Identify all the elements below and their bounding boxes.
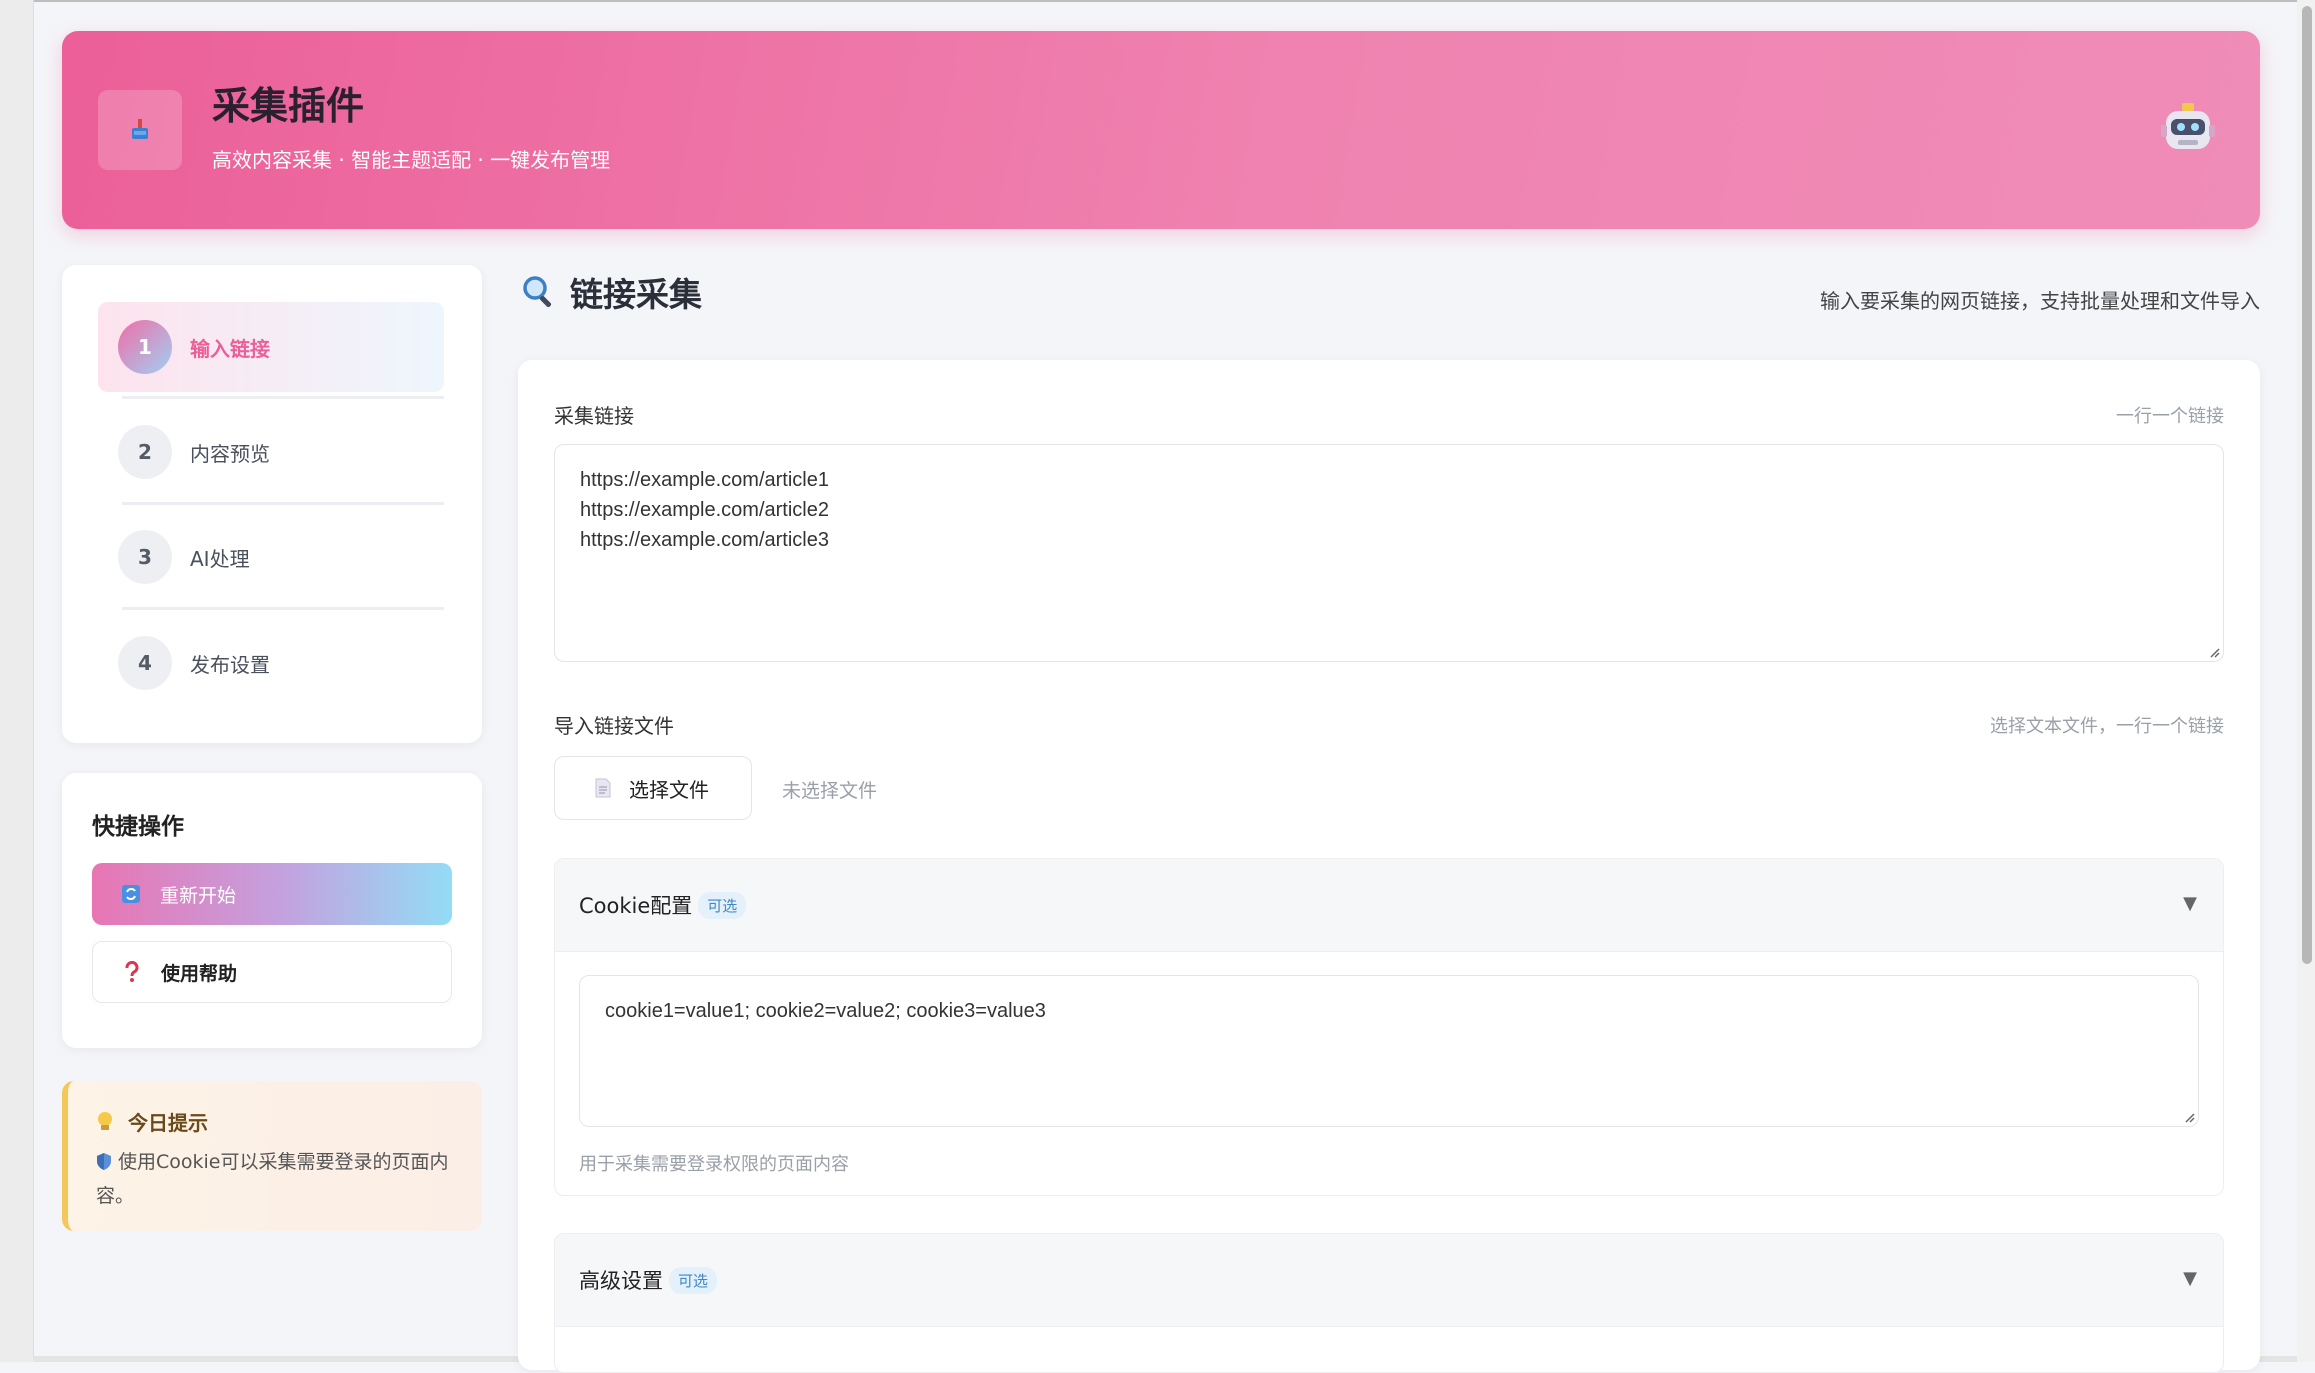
quick-actions-title: 快捷操作 — [92, 814, 184, 840]
step-number: 2 — [118, 425, 172, 479]
section-header: 链接采集 — [522, 268, 702, 316]
step-divider — [122, 607, 444, 610]
chevron-down-icon[interactable]: ▼ — [2183, 893, 2197, 914]
advanced-panel-header[interactable]: 高级设置 可选 ▼ — [555, 1234, 2223, 1327]
link-line: https://example.com/article3 — [580, 529, 829, 551]
refresh-icon — [120, 883, 142, 905]
step-input-links[interactable]: 1 输入链接 — [98, 302, 444, 392]
choose-file-button[interactable]: 选择文件 — [554, 756, 752, 820]
step-number: 1 — [118, 320, 172, 374]
resize-handle-icon[interactable] — [2183, 1111, 2195, 1123]
step-label: AI处理 — [190, 546, 250, 571]
link-line: https://example.com/article1 — [580, 469, 829, 491]
file-status: 未选择文件 — [782, 780, 878, 802]
links-field-label: 采集链接 — [554, 404, 634, 428]
optional-badge: 可选 — [698, 891, 747, 919]
help-button[interactable]: 使用帮助 — [92, 941, 452, 1003]
help-label: 使用帮助 — [161, 962, 238, 985]
quick-actions-card: 快捷操作 重新开始 使用帮助 — [62, 773, 482, 1048]
restart-button[interactable]: 重新开始 — [92, 863, 452, 925]
restart-label: 重新开始 — [160, 884, 237, 907]
window-left-edge — [0, 0, 34, 1362]
step-content-preview[interactable]: 2 内容预览 — [98, 407, 444, 497]
step-number: 3 — [118, 530, 172, 584]
lightbulb-icon — [96, 1111, 114, 1133]
step-label: 发布设置 — [190, 652, 270, 677]
question-icon — [121, 961, 143, 983]
step-divider — [122, 396, 444, 399]
app-title: 采集插件 — [212, 84, 365, 128]
optional-badge: 可选 — [669, 1266, 718, 1294]
cookie-panel-header[interactable]: Cookie配置 可选 ▼ — [555, 859, 2223, 952]
cookie-textarea[interactable]: cookie1=value1; cookie2=value2; cookie3=… — [579, 975, 2199, 1127]
cookie-config-panel: Cookie配置 可选 ▼ cookie1=value1; cookie2=va… — [554, 858, 2224, 1196]
cookie-value: cookie1=value1; cookie2=value2; cookie3=… — [605, 1000, 1046, 1022]
chevron-down-icon[interactable]: ▼ — [2183, 1268, 2197, 1289]
link-line: https://example.com/article2 — [580, 499, 829, 521]
links-field-hint: 一行一个链接 — [2116, 406, 2224, 427]
step-label: 内容预览 — [190, 441, 270, 466]
link-collection-form: 采集链接 一行一个链接 https://example.com/article1… — [518, 360, 2260, 1373]
advanced-panel-title: 高级设置 — [579, 1269, 663, 1293]
cookie-hint: 用于采集需要登录权限的页面内容 — [579, 1154, 849, 1175]
robot-icon[interactable] — [2160, 101, 2216, 157]
daily-tip-card: 今日提示 使用Cookie可以采集需要登录的页面内容。 — [62, 1081, 482, 1231]
tip-title: 今日提示 — [96, 1107, 208, 1136]
tip-message: 使用Cookie可以采集需要登录的页面内容。 — [96, 1151, 449, 1207]
step-publish-settings[interactable]: 4 发布设置 — [98, 618, 444, 708]
cookie-panel-title: Cookie配置 — [579, 894, 693, 918]
plunger-icon — [98, 90, 182, 170]
steps-card: 1 输入链接 2 内容预览 3 AI处理 4 发布设置 — [62, 265, 482, 743]
app-subtitle: 高效内容采集 · 智能主题适配 · 一键发布管理 — [212, 148, 611, 172]
tip-title-text: 今日提示 — [128, 1111, 208, 1135]
step-label: 输入链接 — [190, 336, 270, 361]
step-number: 4 — [118, 636, 172, 690]
resize-handle-icon[interactable] — [2208, 646, 2220, 658]
section-description: 输入要采集的网页链接，支持批量处理和文件导入 — [1820, 289, 2260, 313]
shield-icon — [96, 1150, 112, 1181]
scrollbar-thumb[interactable] — [2302, 6, 2312, 964]
document-icon — [595, 778, 611, 798]
step-divider — [122, 502, 444, 505]
file-field-label: 导入链接文件 — [554, 714, 674, 738]
step-ai-processing[interactable]: 3 AI处理 — [98, 512, 444, 602]
section-title: 链接采集 — [570, 275, 702, 314]
choose-file-label: 选择文件 — [629, 777, 709, 802]
tip-text: 使用Cookie可以采集需要登录的页面内容。 — [96, 1147, 466, 1212]
magnifier-icon — [522, 275, 556, 309]
app-header: 采集插件 高效内容采集 · 智能主题适配 · 一键发布管理 — [62, 31, 2260, 229]
advanced-settings-panel: 高级设置 可选 ▼ — [554, 1233, 2224, 1373]
window-top-border — [0, 0, 2315, 2]
file-field-hint: 选择文本文件，一行一个链接 — [1990, 716, 2224, 737]
links-textarea[interactable]: https://example.com/article1 https://exa… — [554, 444, 2224, 662]
scrollbar[interactable] — [2297, 0, 2315, 1362]
